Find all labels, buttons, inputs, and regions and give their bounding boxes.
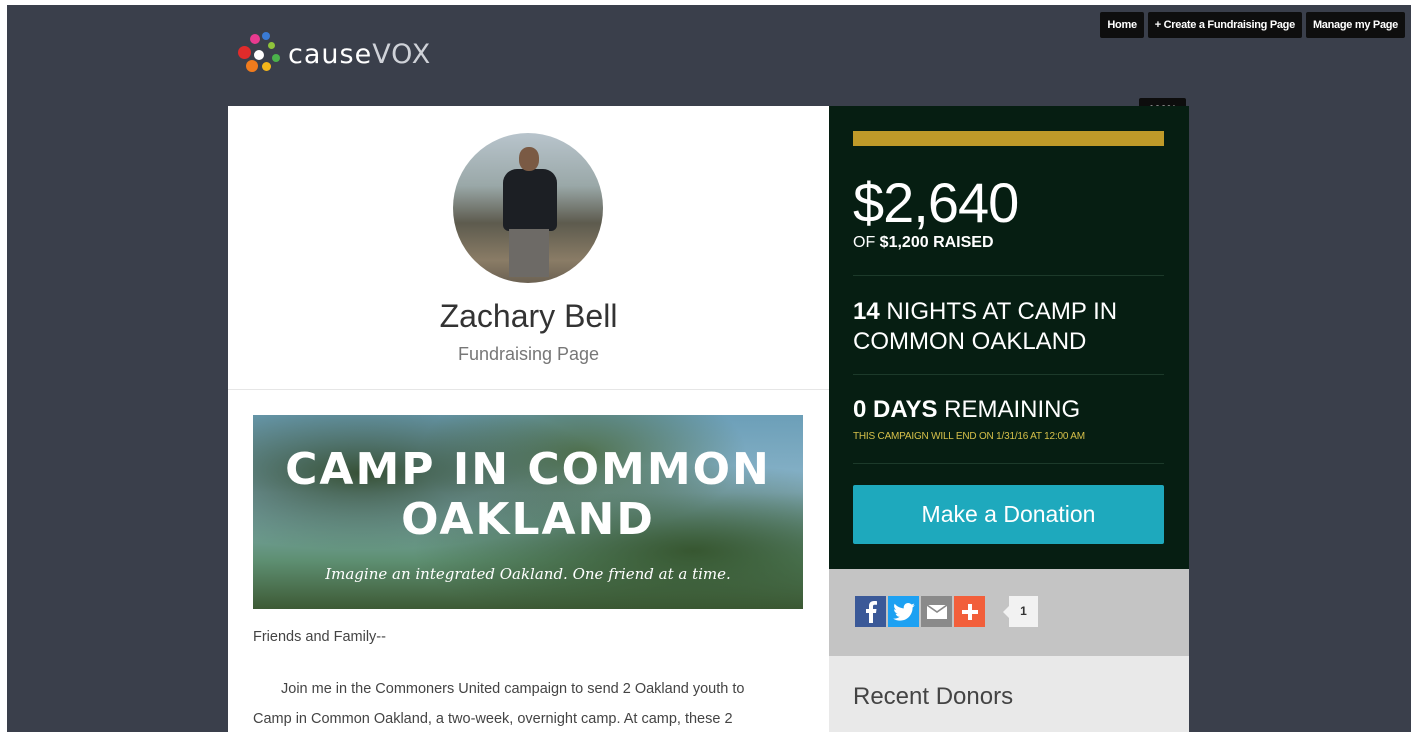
goal-amount: $1,200 (879, 234, 929, 251)
nights-stat: 14 NIGHTS AT CAMP IN COMMON OAKLAND (853, 297, 1153, 357)
days-remaining-stat: 0 DAYS REMAINING (853, 396, 1080, 424)
nav-create-page-link[interactable]: + Create a Fundraising Page (1147, 12, 1302, 38)
email-icon[interactable] (921, 596, 952, 627)
nights-number: 14 (853, 298, 880, 325)
logo-cause-text: cause (288, 38, 373, 70)
banner-tagline: Imagine an integrated Oakland. One frien… (325, 565, 731, 583)
fundraiser-card: Zachary Bell Fundraising Page CAMP IN CO… (228, 106, 829, 732)
logo-vox-text: VOX (372, 38, 432, 70)
banner-title: CAMP IN COMMON OAKLAND (253, 445, 803, 545)
nights-text: NIGHTS AT CAMP IN COMMON OAKLAND (853, 298, 1118, 355)
story-greeting: Friends and Family-- (253, 629, 386, 645)
plus-icon[interactable] (954, 596, 985, 627)
progress-bar (853, 131, 1164, 146)
nav-manage-page-link[interactable]: Manage my Page (1305, 12, 1405, 38)
recent-donors-section: Recent Donors (829, 656, 1189, 732)
top-navigation: Home + Create a Fundraising Page Manage … (1100, 12, 1405, 38)
of-label: OF (853, 234, 876, 251)
banner-title-line2: OAKLAND (401, 494, 655, 545)
share-icons (855, 596, 985, 627)
stats-divider (853, 374, 1164, 375)
logo-wordmark: causeVOX (288, 39, 431, 70)
facebook-icon[interactable] (855, 596, 886, 627)
goal-line: OF $1,200 RAISED (853, 234, 994, 252)
raised-amount: $2,640 (853, 171, 1019, 234)
fundraiser-name: Zachary Bell (439, 298, 618, 334)
campaign-end-note: THIS CAMPAIGN WILL END ON 1/31/16 AT 12:… (853, 431, 1085, 442)
days-number: 0 DAYS (853, 396, 938, 423)
campaign-banner-image: CAMP IN COMMON OAKLAND Imagine an integr… (253, 415, 803, 609)
recent-donors-title: Recent Donors (853, 683, 1014, 710)
stats-divider (853, 275, 1164, 276)
story-text: Friends and Family-- Join me in the Comm… (253, 622, 803, 732)
story-paragraph-line2: Camp in Common Oakland, a two-week, over… (253, 711, 733, 727)
page-edge-left (0, 0, 7, 732)
logo-mark-icon (236, 30, 284, 78)
raised-label: RAISED (933, 234, 994, 251)
share-bar: 1 (829, 569, 1189, 656)
campaign-stats-panel: $2,640 OF $1,200 RAISED 14 NIGHTS AT CAM… (829, 106, 1189, 569)
days-text: REMAINING (944, 396, 1081, 423)
story-paragraph-line1: Join me in the Commoners United campaign… (281, 681, 745, 697)
avatar (453, 133, 603, 283)
progress-bar-fill (853, 131, 1164, 146)
make-donation-button[interactable]: Make a Donation (853, 485, 1164, 544)
stats-divider (853, 463, 1164, 464)
page-subtitle: Fundraising Page (457, 344, 600, 364)
banner-title-line1: CAMP IN COMMON (285, 444, 771, 495)
page-edge-top (0, 0, 1411, 5)
nav-home-link[interactable]: Home (1100, 12, 1144, 38)
causevox-logo[interactable]: causeVOX (236, 30, 431, 78)
twitter-icon[interactable] (888, 596, 919, 627)
divider (228, 389, 829, 390)
share-count-badge: 1 (1003, 596, 1038, 627)
